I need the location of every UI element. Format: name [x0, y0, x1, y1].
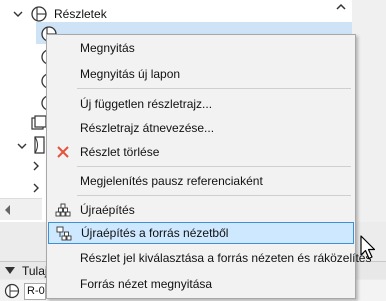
menu-separator — [77, 166, 351, 167]
vertical-scrollbar[interactable] — [352, 0, 386, 222]
menu-separator — [77, 195, 351, 196]
rebuild-from-source-icon — [56, 226, 72, 241]
menu-item-open-new-tab[interactable]: Megnyitás új lapon — [47, 63, 355, 85]
detail-icon — [4, 283, 20, 299]
chevron-down-icon[interactable] — [16, 140, 28, 152]
collapse-triangle-icon[interactable] — [5, 267, 15, 275]
horizontal-scrollbar[interactable] — [0, 198, 42, 220]
menu-item-show-as-trace-reference[interactable]: Megjelenítés pausz referenciaként — [47, 170, 355, 192]
tree-folder-label: Részletek — [54, 7, 107, 21]
rebuild-icon — [55, 203, 71, 217]
scroll-left-arrow-icon[interactable] — [4, 205, 12, 215]
delete-x-icon — [57, 146, 69, 158]
tree-row-details-folder[interactable]: Részletek — [12, 4, 107, 24]
menu-item-rebuild[interactable]: Újraépítés — [47, 199, 355, 221]
scroll-up-arrow-icon[interactable] — [334, 2, 348, 12]
chevron-right-icon[interactable] — [30, 182, 42, 194]
menu-separator — [77, 88, 351, 89]
menu-item-rebuild-from-source[interactable]: Újraépítés a forrás nézetből — [48, 222, 354, 244]
menu-item-open-source-view[interactable]: Forrás nézet megnyitása — [47, 273, 355, 295]
chevron-right-icon[interactable] — [30, 160, 42, 172]
mouse-pointer-icon — [360, 235, 376, 260]
id-field[interactable]: R-01 — [24, 283, 46, 300]
chevron-down-icon[interactable] — [12, 8, 24, 20]
context-menu: Megnyitás Megnyitás új lapon Új függetle… — [46, 34, 371, 299]
detail-folder-icon — [31, 6, 47, 22]
menu-item-rename-detail[interactable]: Részletrajz átnevezése... — [47, 117, 355, 139]
menu-item-open[interactable]: Megnyitás — [47, 37, 355, 59]
menu-item-delete-detail[interactable]: Részlet törlése — [47, 141, 355, 163]
menu-item-new-independent-detail[interactable]: Új független részletrajz... — [47, 93, 355, 115]
menu-item-select-marker-and-zoom[interactable]: Részlet jel kiválasztása a forrás nézete… — [47, 247, 371, 269]
